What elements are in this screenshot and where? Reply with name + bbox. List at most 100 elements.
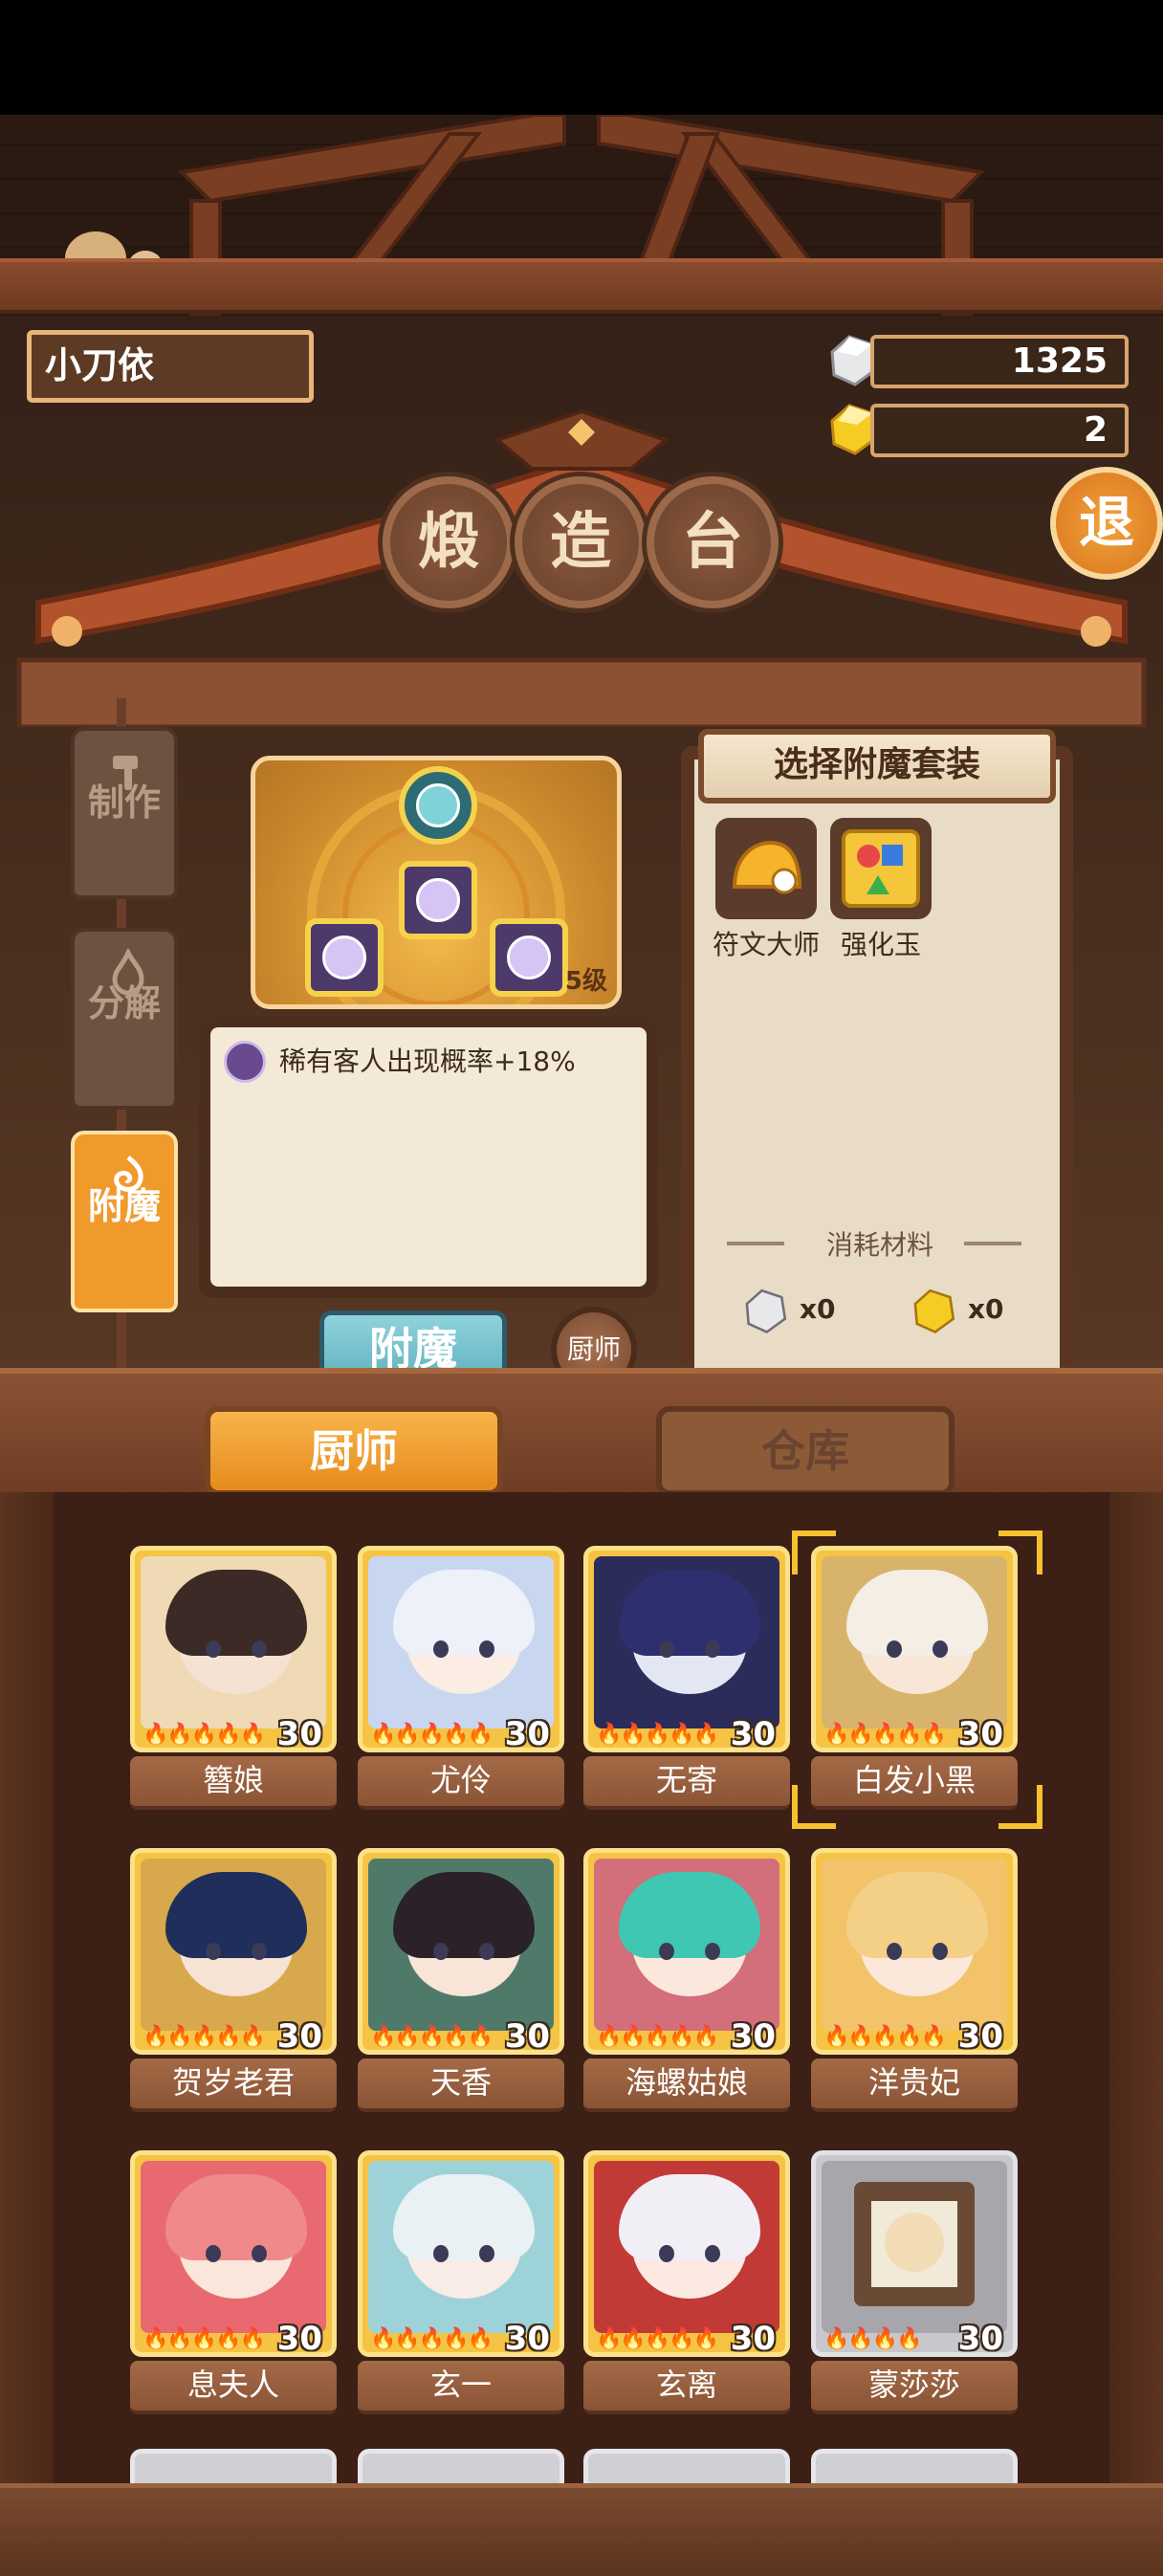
chef-card[interactable]: 🔥🔥🔥🔥🔥 30 息夫人 <box>130 2150 337 2420</box>
chef-card[interactable]: 🔥🔥🔥🔥🔥 30 玄离 <box>583 2150 790 2420</box>
star-flames: 🔥🔥🔥🔥🔥 <box>596 2025 719 2049</box>
chef-portrait-frame: 🔥🔥🔥🔥🔥 30 <box>130 1848 337 2055</box>
silver-amount: 1325 <box>1011 341 1108 381</box>
chef-portrait-frame: 🔥🔥🔥🔥🔥 30 <box>811 1848 1018 2055</box>
chef-name: 玄离 <box>583 2361 790 2414</box>
tab-warehouse[interactable]: 仓库 <box>656 1406 955 1496</box>
chef-portrait-frame: 🔥🔥🔥🔥 30 <box>811 2150 1018 2357</box>
tab-dismantle[interactable]: 分解 <box>71 928 178 1110</box>
chef-card[interactable]: 🔥🔥🔥🔥🔥 30 尤伶 <box>358 1546 564 1816</box>
title-char-1: 煅 <box>383 476 515 608</box>
chef-card-partial[interactable] <box>583 2449 790 2487</box>
enchant-rune-icon <box>322 936 366 980</box>
chef-card[interactable]: 🔥🔥🔥🔥🔥 30 天香 <box>358 1848 564 2118</box>
chef-card[interactable]: 🔥🔥🔥🔥🔥 30 洋贵妃 <box>811 1848 1018 2118</box>
chef-portrait <box>594 1859 779 2031</box>
chef-level: 30 <box>504 2320 550 2357</box>
star-flames: 🔥🔥🔥🔥🔥 <box>370 2025 494 2049</box>
star-flames: 🔥🔥🔥🔥🔥 <box>143 2327 266 2351</box>
selection-corner <box>792 1785 836 1829</box>
list-frame-right <box>1109 1492 1163 2487</box>
enchant-core-slot[interactable] <box>399 766 477 845</box>
star-flames: 🔥🔥🔥🔥🔥 <box>143 1723 266 1747</box>
chef-portrait-frame: 🔥🔥🔥🔥🔥 30 <box>583 1848 790 2055</box>
cost-silver-amount: x0 <box>800 1293 836 1325</box>
chef-name: 白发小黑 <box>811 1756 1018 1810</box>
chef-portrait-frame: 🔥🔥🔥🔥🔥 30 <box>358 1848 564 2055</box>
chef-card[interactable]: 🔥🔥🔥🔥🔥 30 海螺姑娘 <box>583 1848 790 2118</box>
enchant-slot-2[interactable] <box>305 918 384 997</box>
chef-portrait <box>368 1556 554 1728</box>
chef-portrait <box>822 1556 1007 1728</box>
star-flames: 🔥🔥🔥🔥🔥 <box>596 1723 719 1747</box>
chef-portrait <box>594 1556 779 1728</box>
tab-enchant[interactable]: 附魔 <box>71 1131 178 1312</box>
effect-description-box: 稀有客人出现概率+18% <box>199 1016 658 1298</box>
chef-card[interactable]: 🔥🔥🔥🔥🔥 30 玄一 <box>358 2150 564 2420</box>
star-flames: 🔥🔥🔥🔥🔥 <box>370 2327 494 2351</box>
chef-level: 30 <box>730 2017 776 2055</box>
chef-portrait <box>141 2161 326 2333</box>
enchant-plate: 5级 <box>251 756 622 1009</box>
chef-level: 30 <box>957 2017 1003 2055</box>
enchant-slot-1[interactable] <box>399 861 477 939</box>
chef-portrait-frame: 🔥🔥🔥🔥🔥 30 <box>130 1546 337 1752</box>
chef-card[interactable]: 🔥🔥🔥🔥🔥 30 无寄 <box>583 1546 790 1816</box>
chef-card[interactable]: 🔥🔥🔥🔥🔥 30 簪娘 <box>130 1546 337 1816</box>
chef-portrait <box>594 2161 779 2333</box>
chef-level: 30 <box>276 2320 322 2357</box>
enchant-slot-3[interactable] <box>490 918 568 997</box>
counter-top <box>0 1368 1163 1498</box>
chef-card-partial[interactable] <box>811 2449 1018 2487</box>
star-flames: 🔥🔥🔥🔥🔥 <box>823 2025 947 2049</box>
chef-portrait <box>368 1859 554 2031</box>
list-frame-bottom <box>0 2483 1163 2576</box>
chef-card[interactable]: 🔥🔥🔥🔥🔥 30 白发小黑 <box>811 1546 1018 1816</box>
star-flames: 🔥🔥🔥🔥🔥 <box>370 1723 494 1747</box>
chef-level: 30 <box>504 1715 550 1752</box>
star-flames: 🔥🔥🔥🔥🔥 <box>823 1723 947 1747</box>
suit-panel-title: 选择附魔套装 <box>698 729 1056 804</box>
star-flames: 🔥🔥🔥🔥 <box>823 2327 923 2351</box>
tab-chef[interactable]: 厨师 <box>205 1406 503 1496</box>
chef-name: 玄一 <box>358 2361 564 2414</box>
effect-text: 稀有客人出现概率+18% <box>279 1046 576 1077</box>
silver-ore-icon <box>745 1288 787 1334</box>
chef-portrait-frame: 🔥🔥🔥🔥🔥 30 <box>583 1546 790 1752</box>
chef-name: 贺岁老君 <box>130 2059 337 2112</box>
chef-portrait <box>141 1859 326 2031</box>
chef-portrait <box>822 2161 1007 2333</box>
chef-portrait <box>141 1556 326 1728</box>
silver-counter: 1325 <box>870 335 1129 388</box>
selection-corner <box>998 1785 1042 1829</box>
chef-name: 尤伶 <box>358 1756 564 1810</box>
core-gem-icon <box>416 783 460 827</box>
ceiling-beam <box>0 258 1163 314</box>
tab-craft[interactable]: 制作 <box>71 727 178 899</box>
title-char-2: 造 <box>515 476 647 608</box>
chef-name: 天香 <box>358 2059 564 2112</box>
title-char-3: 台 <box>647 476 779 608</box>
chef-card[interactable]: 🔥🔥🔥🔥🔥 30 贺岁老君 <box>130 1848 337 2118</box>
selection-corner <box>998 1530 1042 1574</box>
suit-item-jade[interactable] <box>830 818 932 919</box>
cost-gold-amount: x0 <box>968 1293 1004 1325</box>
suit-item-rune-master[interactable] <box>715 818 817 919</box>
chef-level: 30 <box>730 2320 776 2357</box>
list-frame-left <box>0 1492 54 2487</box>
divider-right <box>964 1242 1021 1245</box>
chef-level: 30 <box>504 2017 550 2055</box>
chef-card[interactable]: 🔥🔥🔥🔥 30 蒙莎莎 <box>811 2150 1018 2420</box>
hammer-icon <box>113 756 138 790</box>
jade-box-icon <box>842 829 920 908</box>
chef-name: 息夫人 <box>130 2361 337 2414</box>
chef-card-partial[interactable] <box>358 2449 564 2487</box>
chef-portrait <box>822 1859 1007 2031</box>
chef-card-partial[interactable] <box>130 2449 337 2487</box>
chef-portrait-frame: 🔥🔥🔥🔥🔥 30 <box>811 1546 1018 1752</box>
star-flames: 🔥🔥🔥🔥🔥 <box>596 2327 719 2351</box>
chef-name: 洋贵妃 <box>811 2059 1018 2112</box>
chef-level: 30 <box>957 2320 1003 2357</box>
gold-ore-icon <box>913 1288 955 1334</box>
chef-level: 30 <box>276 1715 322 1752</box>
